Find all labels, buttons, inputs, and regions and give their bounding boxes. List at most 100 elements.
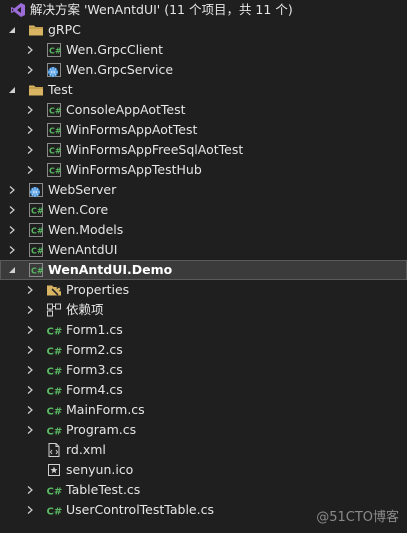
tree-item-label: WenAntdUI.Demo: [48, 262, 173, 277]
svg-text:C#: C#: [47, 387, 63, 398]
tree-item-models[interactable]: C# Wen.Models: [0, 220, 407, 240]
csharp-project-icon: C#: [46, 142, 62, 158]
tree-item-form3[interactable]: C# Form3.cs: [0, 360, 407, 380]
tree-item-label: 依赖项: [66, 302, 104, 317]
tree-item-label: Wen.GrpcClient: [66, 42, 164, 57]
svg-text:C#: C#: [49, 147, 62, 156]
csharp-project-icon: C#: [46, 42, 62, 58]
collapsed-arrow-icon[interactable]: [25, 360, 35, 380]
collapsed-arrow-icon[interactable]: [25, 420, 35, 440]
tree-item-label: Form4.cs: [66, 382, 123, 397]
tree-item-properties[interactable]: Properties: [0, 280, 407, 300]
tree-item-label: WinFormsAppFreeSqlAotTest: [66, 142, 244, 157]
collapsed-arrow-icon[interactable]: [25, 380, 35, 400]
csharp-file-icon: C#: [46, 402, 63, 418]
svg-text:C#: C#: [47, 427, 63, 438]
folder-icon: [28, 82, 44, 98]
tree-item-label: Form1.cs: [66, 322, 123, 337]
collapsed-arrow-icon[interactable]: [25, 320, 35, 340]
tree-item-label: Wen.GrpcService: [66, 62, 174, 77]
tree-item-grpc-service[interactable]: Wen.GrpcService: [0, 60, 407, 80]
collapsed-arrow-icon[interactable]: [7, 200, 17, 220]
tree-item-label: WinFormsAppAotTest: [66, 122, 198, 137]
collapsed-arrow-icon[interactable]: [25, 40, 35, 60]
collapsed-arrow-icon[interactable]: [25, 60, 35, 80]
tree-item-label: WinFormsAppTestHub: [66, 162, 202, 177]
tree-item-dependencies[interactable]: 依赖项: [0, 300, 407, 320]
svg-text:C#: C#: [47, 507, 63, 518]
tree-item-form1[interactable]: C# Form1.cs: [0, 320, 407, 340]
expanded-arrow-icon[interactable]: [7, 20, 17, 40]
tree-item-label: senyun.ico: [66, 462, 134, 477]
ico-file-icon: [46, 462, 62, 478]
tree-item-senyun[interactable]: senyun.ico: [0, 460, 407, 480]
collapsed-arrow-icon[interactable]: [25, 400, 35, 420]
csharp-project-icon: C#: [46, 162, 62, 178]
csharp-file-icon: C#: [46, 502, 63, 518]
svg-text:C#: C#: [49, 47, 62, 56]
collapsed-arrow-icon[interactable]: [25, 340, 35, 360]
tree-item-label: WenAntdUI: [48, 242, 118, 257]
svg-text:C#: C#: [49, 127, 62, 136]
csharp-project-icon: C#: [46, 102, 62, 118]
collapsed-arrow-icon[interactable]: [25, 500, 35, 520]
collapsed-arrow-icon[interactable]: [25, 120, 35, 140]
solution-label: 解决方案 'WenAntdUI' (11 个项目，共 11 个): [30, 2, 293, 17]
tree-item-rdxml[interactable]: rd.xml: [0, 440, 407, 460]
collapsed-arrow-icon[interactable]: [25, 140, 35, 160]
xml-file-icon: [46, 442, 62, 458]
csharp-project-icon: C#: [28, 202, 44, 218]
tree-item-winforms-hub[interactable]: C# WinFormsAppTestHub: [0, 160, 407, 180]
tree-item-winforms-aot[interactable]: C# WinFormsAppAotTest: [0, 120, 407, 140]
tree-item-core[interactable]: C# Wen.Core: [0, 200, 407, 220]
tree-item-label: Form2.cs: [66, 342, 123, 357]
tree-item-winforms-freesql[interactable]: C# WinFormsAppFreeSqlAotTest: [0, 140, 407, 160]
csharp-project-icon: C#: [28, 242, 44, 258]
csharp-file-icon: C#: [46, 322, 63, 338]
tree-item-grpc-client[interactable]: C# Wen.GrpcClient: [0, 40, 407, 60]
web-project-icon: [46, 62, 62, 78]
tree-item-label: Properties: [66, 282, 130, 297]
tree-item-program[interactable]: C# Program.cs: [0, 420, 407, 440]
collapsed-arrow-icon[interactable]: [25, 100, 35, 120]
tree-item-label: Form3.cs: [66, 362, 123, 377]
collapsed-arrow-icon[interactable]: [25, 280, 35, 300]
tree-item-form2[interactable]: C# Form2.cs: [0, 340, 407, 360]
tree-item-label: ConsoleAppAotTest: [66, 102, 186, 117]
collapsed-arrow-icon[interactable]: [25, 300, 35, 320]
solution-node[interactable]: 解决方案 'WenAntdUI' (11 个项目，共 11 个): [0, 0, 407, 20]
tree-item-test[interactable]: Test: [0, 80, 407, 100]
tree-item-label: UserControlTestTable.cs: [66, 502, 214, 517]
collapsed-arrow-icon[interactable]: [7, 180, 17, 200]
tree-item-label: rd.xml: [66, 442, 106, 457]
svg-text:C#: C#: [31, 247, 44, 256]
csharp-file-icon: C#: [46, 482, 63, 498]
collapsed-arrow-icon[interactable]: [7, 220, 17, 240]
expanded-arrow-icon[interactable]: [7, 260, 17, 280]
collapsed-arrow-icon[interactable]: [25, 160, 35, 180]
tree-item-webserver[interactable]: WebServer: [0, 180, 407, 200]
collapsed-arrow-icon[interactable]: [7, 240, 17, 260]
tree-item-demo[interactable]: C# WenAntdUI.Demo: [0, 260, 407, 280]
collapsed-arrow-icon[interactable]: [25, 480, 35, 500]
expanded-arrow-icon[interactable]: [7, 80, 17, 100]
tree-item-label: TableTest.cs: [66, 482, 141, 497]
tree-item-tabletest[interactable]: C# TableTest.cs: [0, 480, 407, 500]
watermark: @51CTO博客: [316, 510, 399, 525]
tree-item-label: MainForm.cs: [66, 402, 145, 417]
svg-text:C#: C#: [47, 487, 63, 498]
svg-text:C#: C#: [47, 327, 63, 338]
csharp-file-icon: C#: [46, 362, 63, 378]
tree-item-mainform[interactable]: C# MainForm.cs: [0, 400, 407, 420]
svg-text:C#: C#: [31, 227, 44, 236]
tree-item-form4[interactable]: C# Form4.cs: [0, 380, 407, 400]
tree-item-label: Wen.Models: [48, 222, 124, 237]
svg-text:C#: C#: [47, 407, 63, 418]
svg-text:C#: C#: [31, 207, 44, 216]
csharp-project-icon: C#: [28, 222, 44, 238]
tree-item-grpc[interactable]: gRPC: [0, 20, 407, 40]
folder-icon: [28, 22, 44, 38]
tree-item-antdui[interactable]: C# WenAntdUI: [0, 240, 407, 260]
solution-explorer-tree: 解决方案 'WenAntdUI' (11 个项目，共 11 个) gRPC C#…: [0, 0, 407, 520]
tree-item-console-aot[interactable]: C# ConsoleAppAotTest: [0, 100, 407, 120]
